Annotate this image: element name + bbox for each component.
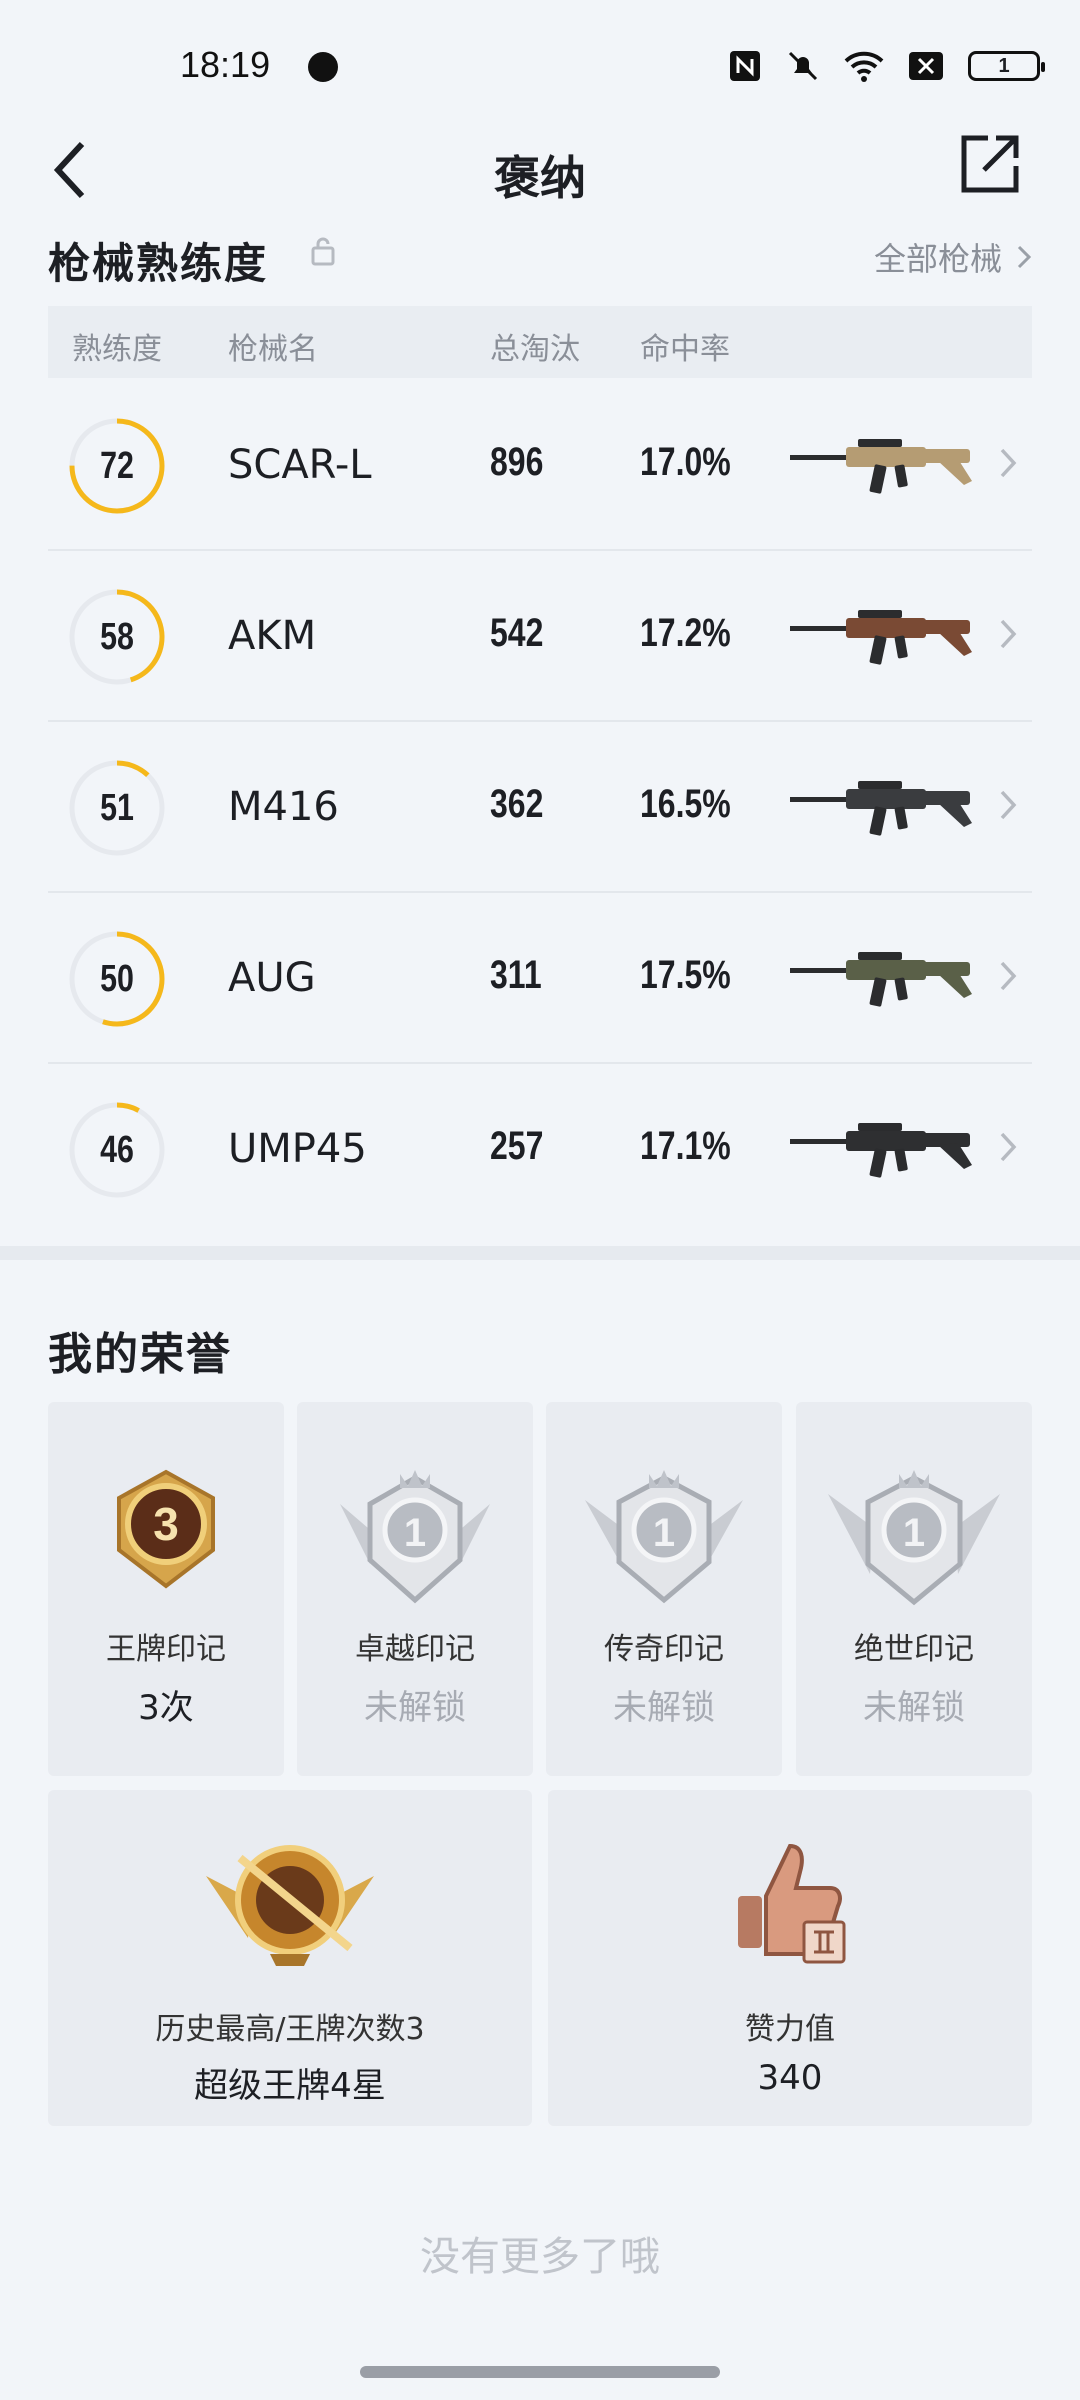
weapon-kills: 542 [490, 611, 544, 655]
weapon-name: AKM [228, 613, 317, 659]
weapon-accuracy: 17.5% [640, 953, 731, 997]
rifle-icon [790, 439, 972, 494]
all-weapons-label: 全部枪械 [873, 240, 1002, 278]
peerless-badge-icon: 1 [828, 1470, 1000, 1606]
rifle-icon [790, 952, 972, 1007]
rifle-icon [790, 781, 972, 836]
sim-x-icon [909, 52, 943, 80]
weapon-name: UMP45 [228, 1126, 367, 1172]
honor-card-excellence[interactable]: 1 卓越印记 未解锁 [297, 1402, 533, 1776]
mastery-ring: 58 [68, 588, 166, 686]
weapon-accuracy: 17.1% [640, 1124, 731, 1168]
app-header: 褒纳 [0, 120, 1080, 220]
nfc-icon [730, 51, 760, 81]
mastery-ring: 72 [68, 417, 166, 515]
vpn-shield-icon [308, 52, 338, 82]
share-button[interactable] [950, 124, 1030, 204]
weapon-list: 72 SCAR-L 896 17.0% 58 AKM 542 17.2% 51 … [48, 380, 1032, 1235]
weapon-row[interactable]: 46 UMP45 257 17.1% [48, 1064, 1032, 1235]
honor-label: 王牌印记 [106, 1632, 226, 1667]
weapon-name: AUG [228, 955, 316, 1001]
weapon-accuracy: 17.2% [640, 611, 731, 655]
chevron-right-icon [1000, 619, 1017, 649]
weapon-kills: 896 [490, 440, 544, 484]
mastery-level: 58 [100, 615, 134, 658]
smg-icon [790, 1123, 972, 1178]
highest-rank-label: 历史最高/王牌次数3 [155, 2012, 425, 2047]
lock-icon [311, 237, 335, 266]
ace-rank-trophy-icon [206, 1845, 374, 1966]
likes-label: 赞力值 [745, 2012, 835, 2047]
excellence-badge-icon: 1 [340, 1470, 490, 1604]
all-weapons-link[interactable]: 全部枪械 [874, 234, 1032, 280]
weapon-kills: 257 [490, 1124, 544, 1168]
honor-card-legend[interactable]: 1 传奇印记 未解锁 [546, 1402, 782, 1776]
likes-value: 340 [757, 2058, 823, 2098]
chevron-right-icon [1017, 245, 1032, 269]
honor-value: 未解锁 [364, 1688, 466, 1728]
no-more-text: 没有更多了哦 [420, 2234, 660, 2280]
mastery-level: 72 [100, 444, 134, 487]
svg-text:1: 1 [404, 1511, 426, 1555]
mastery-ring: 50 [68, 930, 166, 1028]
weapon-row[interactable]: 58 AKM 542 17.2% [48, 551, 1032, 722]
page-title: 褒纳 [494, 151, 586, 205]
likes-card[interactable]: 赞力值 340 [548, 1790, 1032, 2126]
status-bar: 18:19 1 [0, 0, 1080, 120]
honor-card-ace[interactable]: 3 王牌印记 3次 [48, 1402, 284, 1776]
weapon-mastery-title: 枪械熟练度 [48, 239, 269, 288]
weapon-mastery-header: 枪械熟练度 全部枪械 [48, 222, 1032, 292]
weapon-accuracy: 17.0% [640, 440, 731, 484]
column-mastery: 熟练度 [72, 332, 162, 367]
home-indicator[interactable] [360, 2366, 720, 2378]
status-time: 18:19 [180, 44, 271, 85]
weapon-name: SCAR-L [228, 442, 372, 488]
chevron-right-icon [1000, 448, 1017, 478]
weapon-kills: 362 [490, 782, 544, 826]
status-icons: 1 [728, 46, 1045, 86]
chevron-right-icon [1000, 961, 1017, 991]
mute-bell-icon [788, 51, 818, 81]
chevron-right-icon [1000, 1132, 1017, 1162]
mastery-level: 50 [100, 957, 134, 1000]
svg-text:1: 1 [653, 1511, 675, 1555]
weapon-row[interactable]: 51 M416 362 16.5% [48, 722, 1032, 893]
column-accuracy: 命中率 [640, 332, 730, 367]
thumbs-up-icon [738, 1843, 846, 1964]
weapon-row[interactable]: 50 AUG 311 17.5% [48, 893, 1032, 1064]
column-weapon-name: 枪械名 [228, 332, 318, 367]
weapon-table-header: 熟练度 枪械名 总淘汰 命中率 [48, 306, 1032, 378]
honor-value: 3次 [138, 1688, 194, 1728]
legend-badge-icon: 1 [585, 1470, 743, 1604]
honor-label: 卓越印记 [355, 1632, 475, 1667]
highest-rank-card[interactable]: 历史最高/王牌次数3 超级王牌4星 [48, 1790, 532, 2126]
weapon-kills: 311 [490, 953, 542, 997]
honor-card-peerless[interactable]: 1 绝世印记 未解锁 [796, 1402, 1032, 1776]
svg-text:1: 1 [903, 1511, 925, 1555]
honor-label: 传奇印记 [604, 1632, 724, 1667]
share-icon [961, 135, 1019, 193]
wifi-icon [844, 51, 884, 82]
honor-label: 绝世印记 [854, 1632, 974, 1667]
honor-value: 未解锁 [613, 1688, 715, 1728]
honors-title: 我的荣誉 [48, 1329, 232, 1380]
weapon-accuracy: 16.5% [640, 782, 731, 826]
mastery-ring: 46 [68, 1101, 166, 1199]
svg-text:3: 3 [153, 1498, 179, 1550]
weapon-name: M416 [228, 784, 339, 830]
mastery-level: 51 [100, 786, 134, 829]
highest-rank-value: 超级王牌4星 [194, 2066, 386, 2106]
battery-icon: 1 [968, 51, 1045, 81]
mastery-level: 46 [100, 1128, 134, 1171]
section-divider [0, 1246, 1080, 1260]
rifle-icon [790, 610, 972, 665]
ace-badge-icon: 3 [117, 1469, 215, 1589]
column-total-kills: 总淘汰 [490, 332, 580, 367]
chevron-right-icon [1000, 790, 1017, 820]
weapon-row[interactable]: 72 SCAR-L 896 17.0% [48, 380, 1032, 551]
mastery-ring: 51 [68, 759, 166, 857]
honor-value: 未解锁 [863, 1688, 965, 1728]
